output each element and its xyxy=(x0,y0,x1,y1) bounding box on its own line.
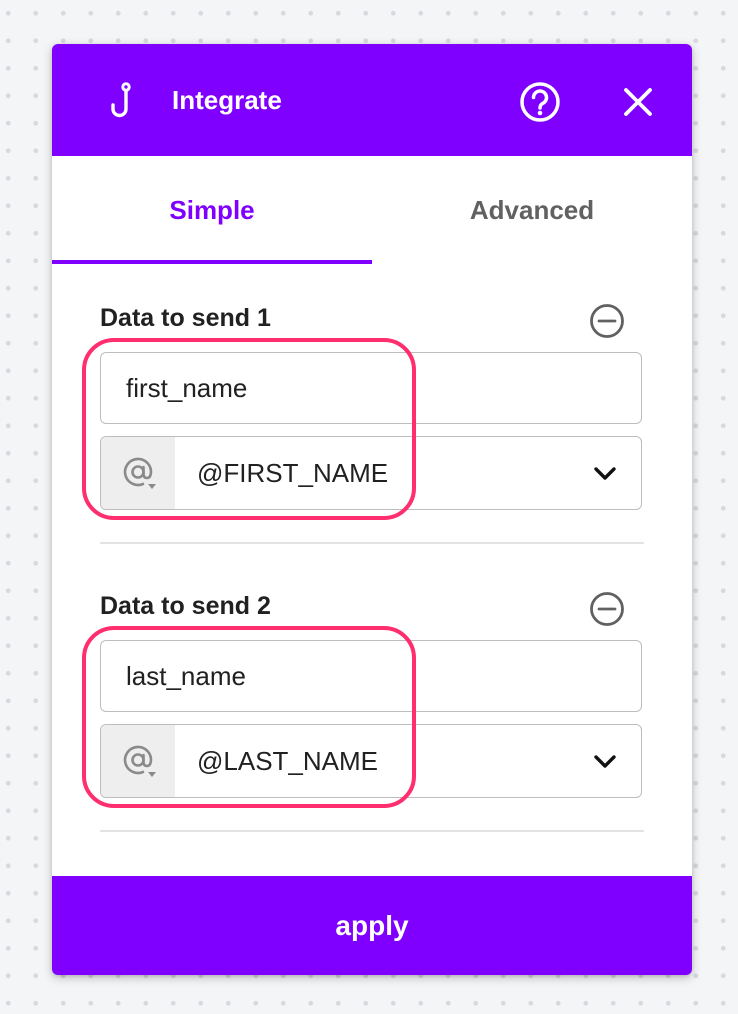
hook-icon xyxy=(111,82,131,118)
help-circle-icon[interactable] xyxy=(518,80,562,124)
variable-select[interactable]: @LAST_NAME xyxy=(100,724,642,798)
variable-value: @FIRST_NAME xyxy=(197,458,389,488)
close-icon[interactable] xyxy=(618,82,658,122)
chevron-down-icon[interactable] xyxy=(591,749,619,773)
section-divider xyxy=(100,830,644,832)
tab-bar: Simple Advanced xyxy=(52,156,692,264)
data-item-label: Data to send 2 xyxy=(100,592,271,620)
tab-advanced[interactable]: Advanced xyxy=(372,156,692,264)
apply-button[interactable]: apply xyxy=(52,876,692,975)
tab-simple[interactable]: Simple xyxy=(52,156,372,264)
active-tab-indicator xyxy=(52,260,372,264)
at-sign-icon xyxy=(123,745,156,777)
variable-value: @LAST_NAME xyxy=(197,746,378,776)
data-item-1: Data to send 1 @FIRST_NAME xyxy=(82,302,644,547)
remove-circle-icon[interactable] xyxy=(588,590,626,628)
data-item-label: Data to send 1 xyxy=(100,304,271,332)
variable-select[interactable]: @FIRST_NAME xyxy=(100,436,642,510)
section-divider xyxy=(100,542,644,544)
remove-circle-icon[interactable] xyxy=(588,302,626,340)
data-item-2: Data to send 2 @LAST_NAME xyxy=(82,590,644,835)
at-sign-icon xyxy=(123,457,156,489)
data-key-input[interactable] xyxy=(100,352,642,424)
integrate-dialog: Integrate Simple Advanced Data to send 1 xyxy=(52,44,692,975)
data-key-input[interactable] xyxy=(100,640,642,712)
dialog-header: Integrate xyxy=(52,44,692,156)
dialog-title: Integrate xyxy=(172,85,282,115)
variable-type-button[interactable] xyxy=(101,437,175,509)
variable-type-button[interactable] xyxy=(101,725,175,797)
chevron-down-icon[interactable] xyxy=(591,461,619,485)
